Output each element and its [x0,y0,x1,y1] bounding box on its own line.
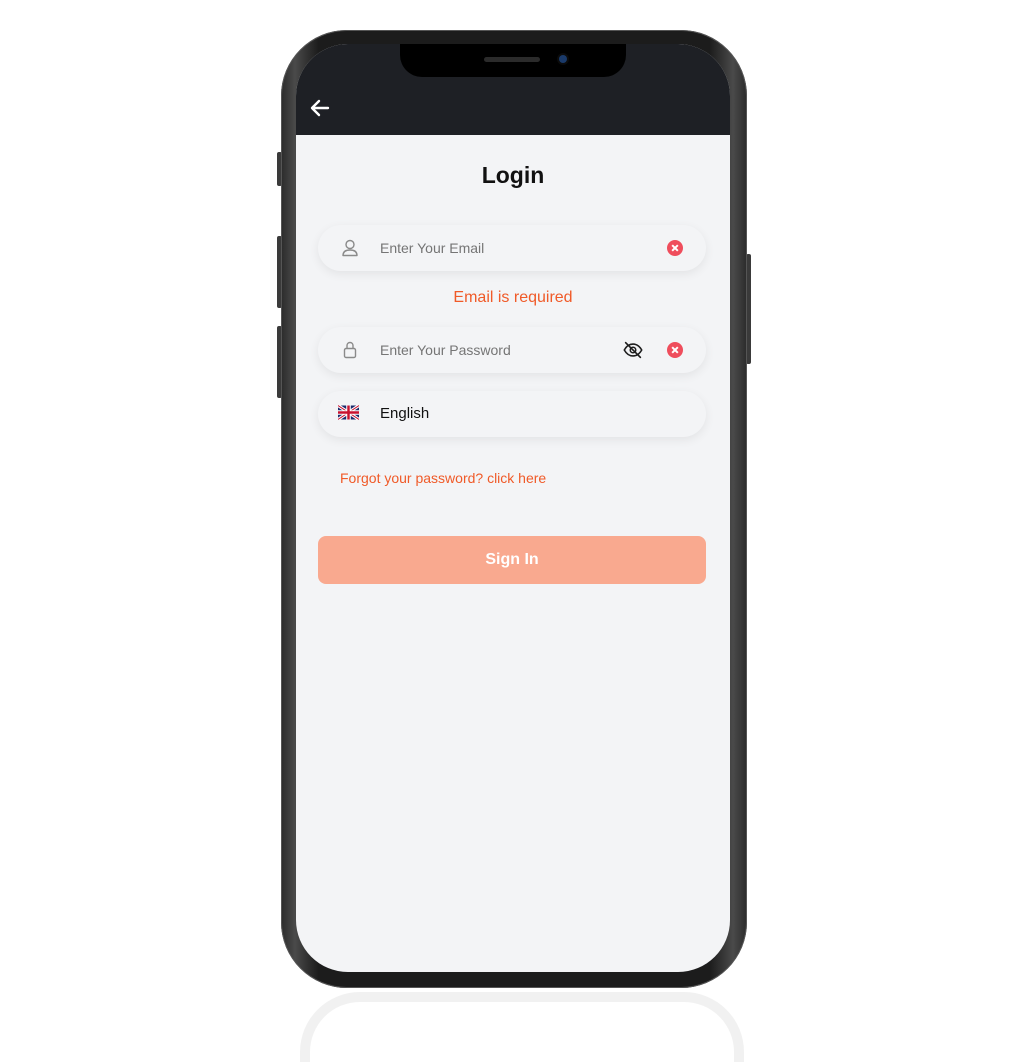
front-camera [559,55,567,63]
app-bar [296,44,730,135]
phone-reflection [300,992,744,1062]
back-button[interactable] [308,96,332,120]
uk-flag-icon [337,404,362,421]
toggle-password-visibility-button[interactable] [622,339,644,361]
arrow-left-icon [310,99,330,117]
email-error-message: Email is required [453,289,573,306]
eye-off-icon [623,341,643,359]
forgot-password-link[interactable]: Forgot your password? click here [340,470,546,486]
speaker-grille [484,57,540,62]
email-field-container [318,225,706,271]
phone-screen: Login Email is required [296,44,730,972]
password-input[interactable] [380,327,600,373]
language-selector[interactable]: English [318,391,706,437]
user-icon [338,236,362,260]
clear-email-button[interactable] [667,240,683,256]
language-label: English [380,405,430,422]
email-input[interactable] [380,225,600,271]
sign-in-button[interactable]: Sign In [318,536,706,584]
page-title: Login [481,162,545,188]
clear-password-button[interactable] [667,342,683,358]
password-field-container [318,327,706,373]
lock-icon [338,338,362,362]
phone-notch [400,44,626,77]
